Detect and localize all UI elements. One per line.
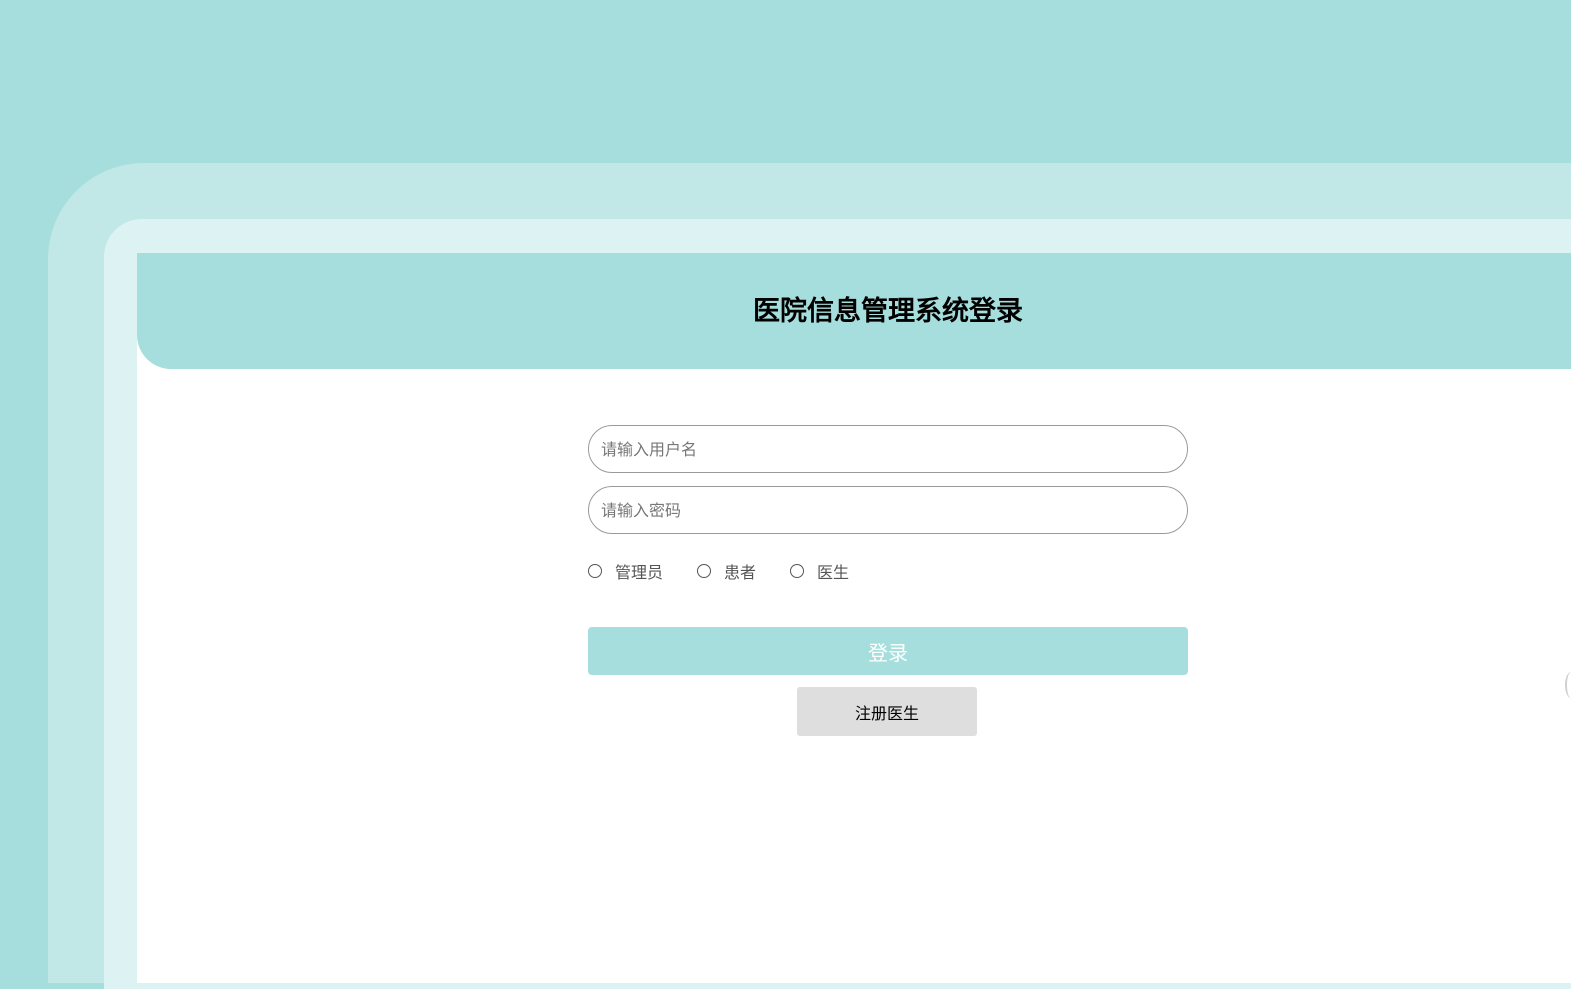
password-input[interactable] [588, 486, 1188, 534]
page-title: 医院信息管理系统登录 [753, 296, 1023, 327]
doctor-radio[interactable] [790, 564, 805, 578]
edge-decoration [1565, 672, 1571, 698]
login-button[interactable]: 登录 [588, 627, 1188, 675]
role-option-doctor[interactable]: 医生 [790, 559, 849, 583]
role-option-admin[interactable]: 管理员 [588, 559, 663, 583]
role-label-admin: 管理员 [615, 563, 664, 582]
username-input[interactable] [588, 425, 1188, 473]
admin-radio[interactable] [588, 564, 602, 578]
role-selector: 管理员 患者 医生 [588, 559, 883, 583]
role-label-patient: 患者 [724, 563, 757, 582]
role-label-doctor: 医生 [817, 563, 850, 582]
login-header: 医院信息管理系统登录 [137, 253, 1571, 369]
patient-radio[interactable] [697, 564, 712, 578]
login-card: 医院信息管理系统登录 管理员 患者 医生 登录 注册医生 [137, 253, 1571, 983]
role-option-patient[interactable]: 患者 [697, 559, 756, 583]
register-doctor-button[interactable]: 注册医生 [797, 687, 977, 736]
